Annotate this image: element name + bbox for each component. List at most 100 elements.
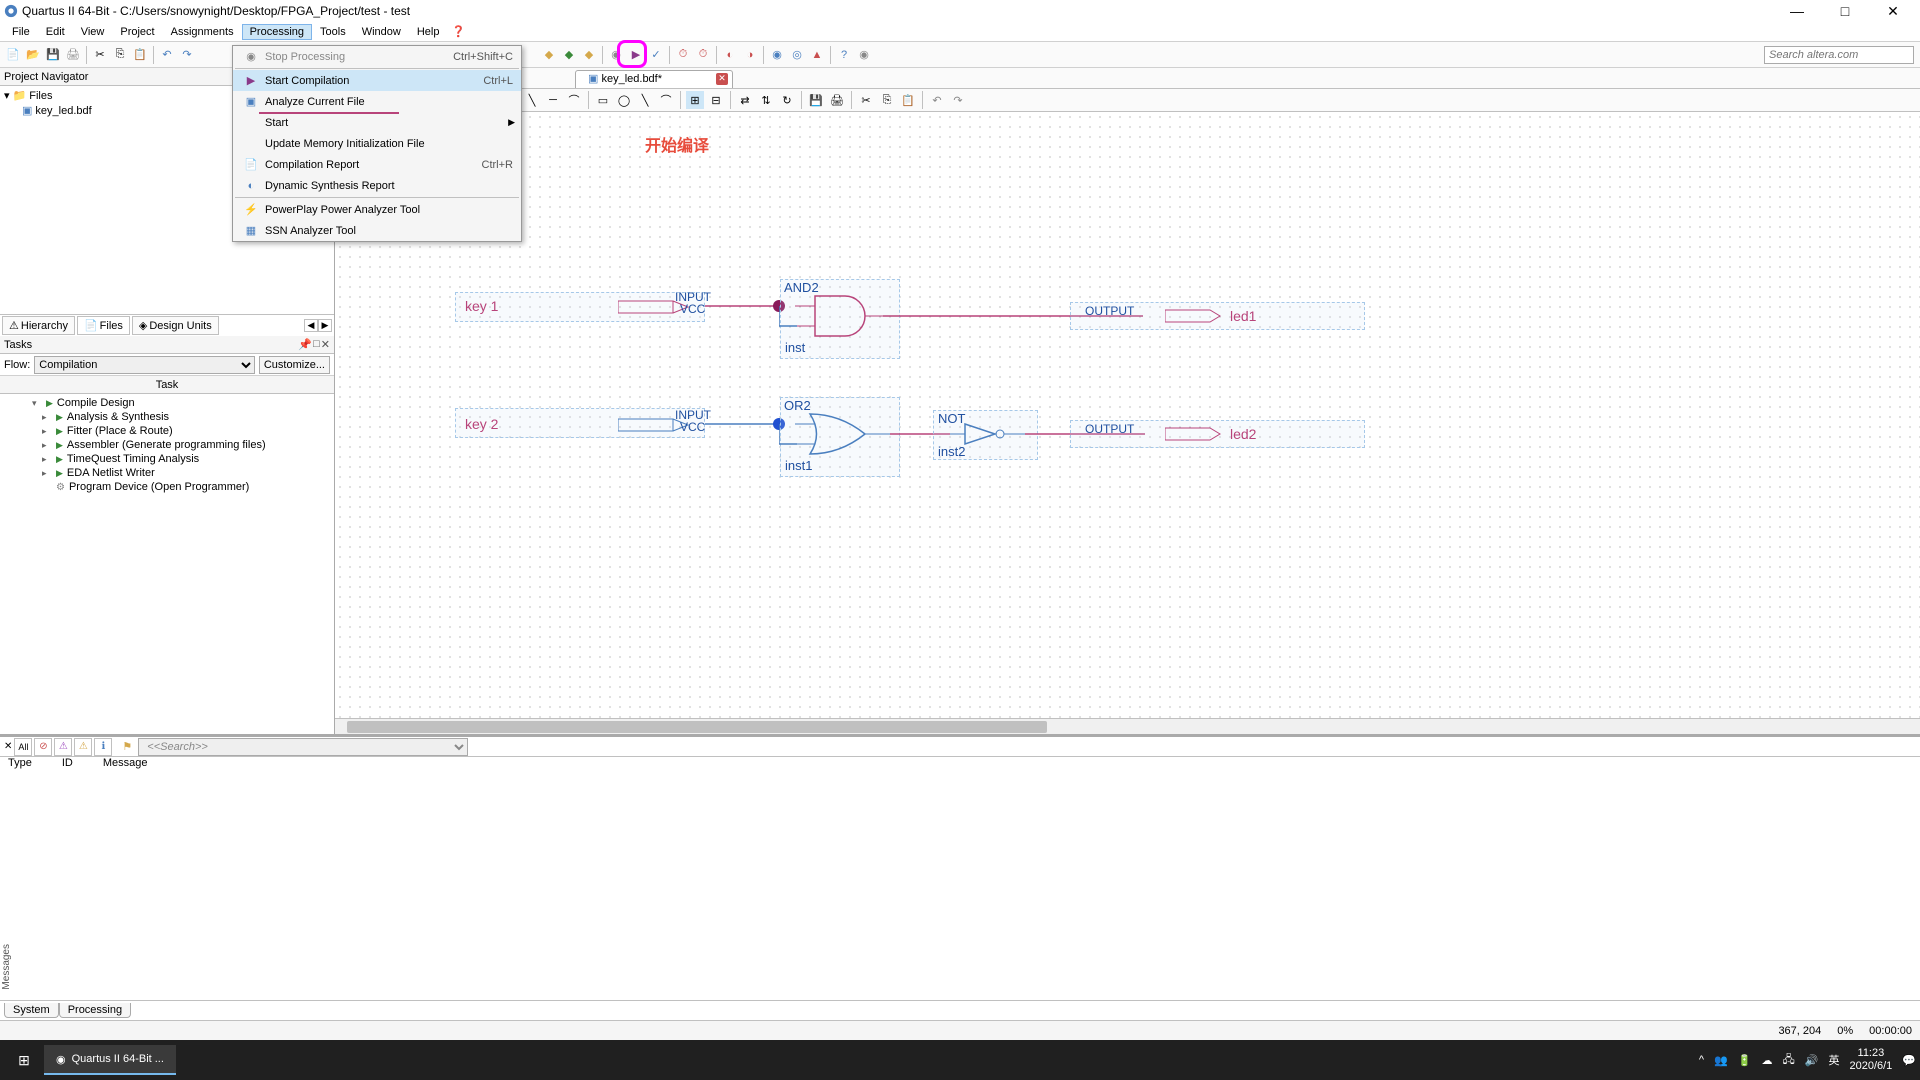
tool-icon[interactable]: ◆ <box>560 46 578 64</box>
tray-ime[interactable]: 英 <box>1828 1052 1839 1068</box>
start-button[interactable]: ⊞ <box>4 1044 44 1076</box>
dd-powerplay[interactable]: ⚡ PowerPlay Power Analyzer Tool <box>233 199 521 220</box>
partial-icon[interactable]: ⊟ <box>707 91 725 109</box>
open-icon[interactable]: 📂 <box>24 46 42 64</box>
cut-icon[interactable]: ✂ <box>91 46 109 64</box>
tab-hierarchy[interactable]: ⚠Hierarchy <box>2 316 75 335</box>
tool-icon[interactable]: ◆ <box>580 46 598 64</box>
filter-all[interactable]: All <box>14 738 32 756</box>
menu-processing[interactable]: Processing <box>242 24 312 40</box>
close-icon[interactable]: ✕ <box>4 741 12 752</box>
redo-icon[interactable]: ↷ <box>949 91 967 109</box>
task-program-device[interactable]: ⚙ Program Device (Open Programmer) <box>2 480 332 494</box>
flag-icon[interactable]: ⚑ <box>122 740 132 753</box>
tool-icon[interactable]: ◎ <box>788 46 806 64</box>
help-icon[interactable]: ? <box>835 46 853 64</box>
tool-icon[interactable]: ◉ <box>768 46 786 64</box>
tray-notifications-icon[interactable]: 💬 <box>1902 1054 1916 1067</box>
copy-icon[interactable]: ⎘ <box>878 91 896 109</box>
taskbar-app-quartus[interactable]: ◉ Quartus II 64-Bit ... <box>44 1045 176 1075</box>
tray-up-icon[interactable]: ^ <box>1699 1054 1704 1066</box>
new-icon[interactable]: 📄 <box>4 46 22 64</box>
tray-battery-icon[interactable]: 🔋 <box>1738 1054 1752 1067</box>
msg-tab-system[interactable]: System <box>4 1003 59 1018</box>
undo-icon[interactable]: ↶ <box>928 91 946 109</box>
nav-left-icon[interactable]: ◀ <box>304 319 318 332</box>
expand-icon[interactable]: ▾ <box>4 89 10 102</box>
line-icon[interactable]: ─ <box>544 91 562 109</box>
diagonal-icon[interactable]: ╲ <box>523 91 541 109</box>
nav-right-icon[interactable]: ▶ <box>318 319 332 332</box>
rubber-icon[interactable]: ⊞ <box>686 91 704 109</box>
tray-people-icon[interactable]: 👥 <box>1714 1054 1728 1067</box>
schematic-canvas[interactable]: 开始编译 key 1 INPUT VCC AND2 inst <box>335 112 1920 718</box>
expand-icon[interactable]: ▸ <box>42 468 52 479</box>
editor-tab-keyled[interactable]: ▣ key_led.bdf* ✕ <box>575 70 733 88</box>
tray-clock[interactable]: 11:23 2020/6/1 <box>1849 1047 1892 1073</box>
arc-icon[interactable]: ⌒ <box>657 91 675 109</box>
task-tree[interactable]: ▾ ▶ Compile Design ▸ ▶ Analysis & Synthe… <box>0 394 334 734</box>
customize-button[interactable]: Customize... <box>259 356 330 374</box>
help-icon[interactable]: ❓ <box>451 25 465 38</box>
tray-volume-icon[interactable]: 🔊 <box>1805 1054 1819 1067</box>
tab-design-units[interactable]: ◈Design Units <box>132 316 219 335</box>
print-icon[interactable]: 🖨 <box>828 91 846 109</box>
menu-window[interactable]: Window <box>354 24 409 40</box>
tab-close-button[interactable]: ✕ <box>716 73 728 85</box>
task-analysis-synthesis[interactable]: ▸ ▶ Analysis & Synthesis <box>2 410 332 424</box>
menu-project[interactable]: Project <box>112 24 162 40</box>
task-fitter[interactable]: ▸ ▶ Fitter (Place & Route) <box>2 424 332 438</box>
msg-tab-processing[interactable]: Processing <box>59 1003 131 1018</box>
pin-icon[interactable]: 📌 <box>298 338 312 351</box>
maximize-icon[interactable]: □ <box>313 338 320 351</box>
task-eda-netlist[interactable]: ▸ ▶ EDA Netlist Writer <box>2 466 332 480</box>
maximize-button[interactable]: □ <box>1830 3 1860 20</box>
dd-ssn-analyzer[interactable]: ▦ SSN Analyzer Tool <box>233 220 521 241</box>
menu-edit[interactable]: Edit <box>38 24 73 40</box>
output-pin-symbol[interactable] <box>1165 426 1235 442</box>
wire[interactable] <box>779 422 797 446</box>
paste-icon[interactable]: 📋 <box>131 46 149 64</box>
dd-analyze-current-file[interactable]: ▣ Analyze Current File <box>233 91 521 112</box>
wire[interactable] <box>779 304 797 328</box>
print-icon[interactable]: 🖨 <box>64 46 82 64</box>
message-search[interactable]: <<Search>> <box>138 738 468 756</box>
dd-dynamic-synthesis[interactable]: ◐ Dynamic Synthesis Report <box>233 175 521 196</box>
editor-scrollbar-h[interactable] <box>335 718 1920 734</box>
task-compile-design[interactable]: ▾ ▶ Compile Design <box>2 396 332 410</box>
tool-icon[interactable]: ◉ <box>855 46 873 64</box>
undo-icon[interactable]: ↶ <box>158 46 176 64</box>
tool-icon[interactable]: ✓ <box>647 46 665 64</box>
dd-stop-processing[interactable]: ◉ Stop Processing Ctrl+Shift+C <box>233 46 521 67</box>
timing-icon[interactable]: ⏱ <box>694 46 712 64</box>
expand-icon[interactable]: ▸ <box>42 440 52 451</box>
tool-icon[interactable]: ◐ <box>721 46 739 64</box>
expand-icon[interactable]: ▸ <box>42 412 52 423</box>
dd-compilation-report[interactable]: 📄 Compilation Report Ctrl+R <box>233 154 521 175</box>
menu-tools[interactable]: Tools <box>312 24 354 40</box>
not-gate-symbol[interactable] <box>950 422 1030 446</box>
or-gate-symbol[interactable] <box>795 412 895 456</box>
save-icon[interactable]: 💾 <box>44 46 62 64</box>
close-button[interactable]: ✕ <box>1878 3 1908 20</box>
compile-icon[interactable]: ▶ <box>627 46 645 64</box>
filter-warning-icon[interactable]: ⚠ <box>74 738 92 756</box>
filter-critical-icon[interactable]: ⚠ <box>54 738 72 756</box>
output-pin-symbol[interactable] <box>1165 308 1235 324</box>
scrollbar-thumb[interactable] <box>347 721 1047 733</box>
stop-icon[interactable]: ◉ <box>607 46 625 64</box>
cut-icon[interactable]: ✂ <box>857 91 875 109</box>
tool-icon[interactable]: ◆ <box>540 46 558 64</box>
minimize-button[interactable]: — <box>1782 3 1812 20</box>
line-icon[interactable]: ╲ <box>636 91 654 109</box>
dd-start-compilation[interactable]: ▶ Start Compilation Ctrl+L <box>233 70 521 91</box>
and-gate-symbol[interactable] <box>795 294 885 338</box>
oval-icon[interactable]: ◯ <box>615 91 633 109</box>
flip-h-icon[interactable]: ⇄ <box>736 91 754 109</box>
flow-select[interactable]: Compilation <box>34 356 255 374</box>
wire[interactable] <box>705 304 780 308</box>
rect-icon[interactable]: ▭ <box>594 91 612 109</box>
wire[interactable] <box>705 422 780 426</box>
redo-icon[interactable]: ↷ <box>178 46 196 64</box>
filter-info-icon[interactable]: ℹ <box>94 738 112 756</box>
